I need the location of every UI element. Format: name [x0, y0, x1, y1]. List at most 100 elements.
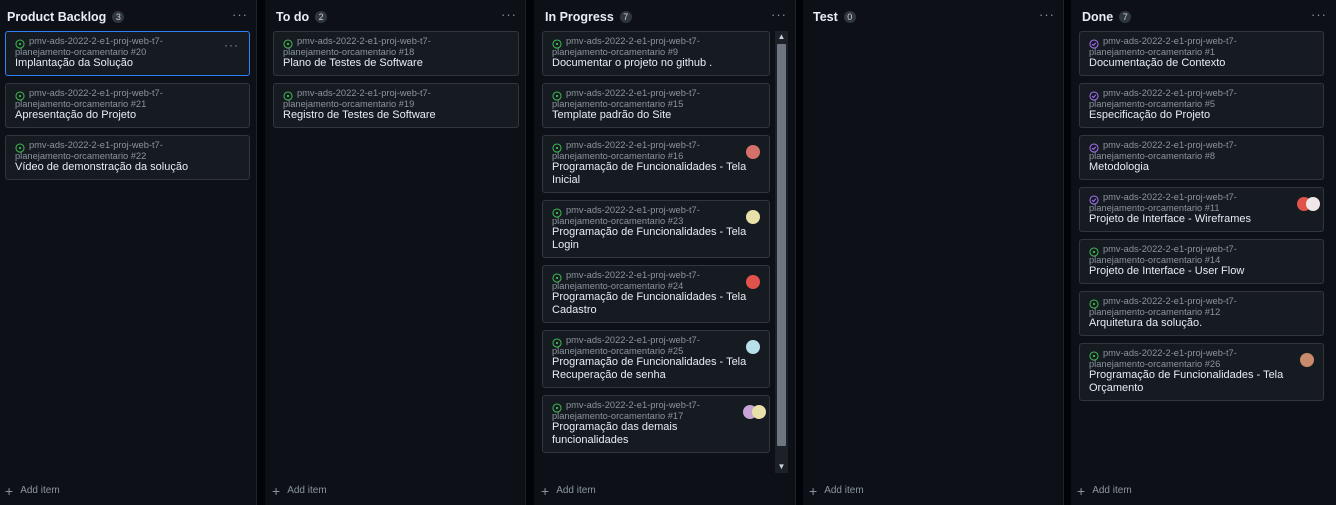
- card-meta: pmv-ads-2022-2-e1-proj-web-t7- planejamen…: [283, 36, 510, 57]
- card-title[interactable]: Apresentação do Projeto: [15, 109, 241, 122]
- issue-card[interactable]: pmv-ads-2022-2-e1-proj-web-t7- planejamen…: [5, 31, 250, 76]
- issue-card[interactable]: pmv-ads-2022-2-e1-proj-web-t7- planejamen…: [542, 135, 770, 193]
- assignee-avatar[interactable]: [746, 275, 760, 289]
- issue-card[interactable]: pmv-ads-2022-2-e1-proj-web-t7- planejamen…: [5, 83, 250, 128]
- issue-card[interactable]: pmv-ads-2022-2-e1-proj-web-t7- planejamen…: [1079, 83, 1324, 128]
- card-title[interactable]: Programação das demais funcionalidades: [552, 421, 761, 447]
- repo-name: pmv-ads-2022-2-e1-proj-web-t7-: [566, 140, 700, 150]
- column-done: Done 7 ··· pmv-ads-2022-2-e1-proj-web-t7…: [1071, 0, 1336, 505]
- scrollbar-thumb[interactable]: [777, 44, 786, 446]
- repo-issue-number: planejamento-orcamentario #20: [15, 46, 147, 57]
- card-title[interactable]: Programação de Funcionalidades - Tela Ca…: [552, 291, 761, 317]
- card-title[interactable]: Registro de Testes de Software: [283, 109, 510, 122]
- card-repo: pmv-ads-2022-2-e1-proj-web-t7- planejamen…: [552, 335, 700, 356]
- card-title[interactable]: Programação de Funcionalidades - Tela Re…: [552, 356, 761, 382]
- column-menu-button[interactable]: ···: [1039, 7, 1055, 22]
- card-title[interactable]: Arquitetura da solução.: [1089, 317, 1315, 330]
- issue-card[interactable]: pmv-ads-2022-2-e1-proj-web-t7- planejamen…: [273, 31, 519, 76]
- issue-card[interactable]: pmv-ads-2022-2-e1-proj-web-t7- planejamen…: [542, 330, 770, 388]
- repo-issue-number: planejamento-orcamentario #14: [1089, 254, 1221, 265]
- issue-card[interactable]: pmv-ads-2022-2-e1-proj-web-t7- planejamen…: [542, 31, 770, 76]
- card-list: pmv-ads-2022-2-e1-proj-web-t7- planejamen…: [273, 31, 519, 135]
- repo-name: pmv-ads-2022-2-e1-proj-web-t7-: [29, 36, 163, 46]
- repo-issue-number: planejamento-orcamentario #26: [1089, 358, 1221, 369]
- add-item-button[interactable]: + Add item: [809, 482, 864, 499]
- card-title[interactable]: Vídeo de demonstração da solução: [15, 161, 241, 174]
- repo-issue-number: planejamento-orcamentario #5: [1089, 98, 1216, 109]
- assignee-avatar[interactable]: [746, 340, 760, 354]
- assignee-avatar[interactable]: [1300, 353, 1314, 367]
- issue-card[interactable]: pmv-ads-2022-2-e1-proj-web-t7- planejamen…: [542, 200, 770, 258]
- card-meta: pmv-ads-2022-2-e1-proj-web-t7- planejamen…: [1089, 348, 1315, 369]
- add-item-button[interactable]: + Add item: [541, 484, 596, 498]
- add-item-button[interactable]: + Add item: [272, 482, 327, 499]
- issue-card[interactable]: pmv-ads-2022-2-e1-proj-web-t7- planejamen…: [1079, 31, 1324, 76]
- plus-icon: +: [809, 482, 818, 499]
- card-title[interactable]: Especificação do Projeto: [1089, 109, 1315, 122]
- issue-card[interactable]: pmv-ads-2022-2-e1-proj-web-t7- planejamen…: [542, 83, 770, 128]
- repo-name: pmv-ads-2022-2-e1-proj-web-t7-: [1103, 348, 1237, 358]
- assignee-avatar[interactable]: [1306, 197, 1320, 211]
- repo-name: pmv-ads-2022-2-e1-proj-web-t7-: [297, 36, 431, 46]
- issue-card[interactable]: pmv-ads-2022-2-e1-proj-web-t7- planejamen…: [5, 135, 250, 180]
- issue-card[interactable]: pmv-ads-2022-2-e1-proj-web-t7- planejamen…: [542, 265, 770, 323]
- card-menu-button[interactable]: ···: [224, 38, 239, 52]
- column-count-badge: 2: [315, 11, 328, 23]
- issue-card[interactable]: pmv-ads-2022-2-e1-proj-web-t7- planejamen…: [1079, 187, 1324, 232]
- card-repo: pmv-ads-2022-2-e1-proj-web-t7- planejamen…: [15, 88, 163, 109]
- assignee-avatar[interactable]: [752, 405, 766, 419]
- column-menu-button[interactable]: ···: [771, 7, 787, 22]
- add-item-button[interactable]: + Add item: [1077, 484, 1132, 498]
- issue-card[interactable]: pmv-ads-2022-2-e1-proj-web-t7- planejamen…: [1079, 291, 1324, 336]
- card-repo: pmv-ads-2022-2-e1-proj-web-t7- planejamen…: [15, 140, 163, 161]
- card-title[interactable]: Implantação da Solução: [15, 57, 241, 70]
- card-meta: pmv-ads-2022-2-e1-proj-web-t7- planejamen…: [1089, 36, 1315, 57]
- card-title[interactable]: Programação de Funcionalidades - Tela Lo…: [552, 226, 761, 252]
- card-repo: pmv-ads-2022-2-e1-proj-web-t7- planejamen…: [552, 140, 700, 161]
- card-title[interactable]: Projeto de Interface - Wireframes: [1089, 213, 1315, 226]
- column-title: To do: [276, 10, 310, 24]
- card-meta: pmv-ads-2022-2-e1-proj-web-t7- planejamen…: [1089, 140, 1315, 161]
- card-title[interactable]: Programação de Funcionalidades - Tela Or…: [1089, 369, 1315, 395]
- card-repo: pmv-ads-2022-2-e1-proj-web-t7- planejamen…: [1089, 88, 1237, 109]
- card-repo: pmv-ads-2022-2-e1-proj-web-t7- planejamen…: [1089, 244, 1237, 265]
- repo-name: pmv-ads-2022-2-e1-proj-web-t7-: [29, 140, 163, 150]
- card-repo: pmv-ads-2022-2-e1-proj-web-t7- planejamen…: [552, 270, 700, 291]
- add-item-label: Add item: [20, 485, 60, 496]
- add-item-label: Add item: [1092, 485, 1132, 496]
- column-title: In Progress: [545, 10, 614, 24]
- repo-name: pmv-ads-2022-2-e1-proj-web-t7-: [566, 205, 700, 215]
- issue-card[interactable]: pmv-ads-2022-2-e1-proj-web-t7- planejamen…: [273, 83, 519, 128]
- repo-name: pmv-ads-2022-2-e1-proj-web-t7-: [566, 335, 700, 345]
- issue-card[interactable]: pmv-ads-2022-2-e1-proj-web-t7- planejamen…: [1079, 343, 1324, 401]
- card-title[interactable]: Template padrão do Site: [552, 109, 761, 122]
- column-product-backlog: Product Backlog 3 ··· pmv-ads-2022-2-e1-…: [0, 0, 257, 505]
- issue-card[interactable]: pmv-ads-2022-2-e1-proj-web-t7- planejamen…: [1079, 239, 1324, 284]
- plus-icon: +: [272, 482, 281, 499]
- card-title[interactable]: Programação de Funcionalidades - Tela In…: [552, 161, 761, 187]
- card-title[interactable]: Documentar o projeto no github .: [552, 57, 761, 70]
- assignee-avatar[interactable]: [746, 145, 760, 159]
- column-title: Product Backlog: [7, 10, 107, 24]
- column-menu-button[interactable]: ···: [232, 7, 248, 22]
- repo-name: pmv-ads-2022-2-e1-proj-web-t7-: [566, 400, 700, 410]
- card-title[interactable]: Metodologia: [1089, 161, 1315, 174]
- card-repo: pmv-ads-2022-2-e1-proj-web-t7- planejamen…: [15, 36, 163, 57]
- card-repo: pmv-ads-2022-2-e1-proj-web-t7- planejamen…: [1089, 192, 1237, 213]
- scrollbar[interactable]: ▲ ▼: [775, 31, 788, 473]
- card-list: pmv-ads-2022-2-e1-proj-web-t7- planejamen…: [1079, 31, 1324, 408]
- scroll-down-arrow-icon[interactable]: ▼: [775, 461, 788, 473]
- column-menu-button[interactable]: ···: [1311, 7, 1327, 22]
- card-title[interactable]: Plano de Testes de Software: [283, 57, 510, 70]
- scroll-up-arrow-icon[interactable]: ▲: [775, 31, 788, 43]
- add-item-button[interactable]: + Add item: [5, 484, 60, 498]
- repo-issue-number: planejamento-orcamentario #17: [552, 410, 684, 421]
- card-title[interactable]: Documentação de Contexto: [1089, 57, 1315, 70]
- issue-card[interactable]: pmv-ads-2022-2-e1-proj-web-t7- planejamen…: [542, 395, 770, 453]
- column-menu-button[interactable]: ···: [501, 7, 517, 22]
- card-repo: pmv-ads-2022-2-e1-proj-web-t7- planejamen…: [552, 205, 700, 226]
- assignee-avatar[interactable]: [746, 210, 760, 224]
- card-meta: pmv-ads-2022-2-e1-proj-web-t7- planejamen…: [552, 335, 761, 356]
- issue-card[interactable]: pmv-ads-2022-2-e1-proj-web-t7- planejamen…: [1079, 135, 1324, 180]
- card-title[interactable]: Projeto de Interface - User Flow: [1089, 265, 1315, 278]
